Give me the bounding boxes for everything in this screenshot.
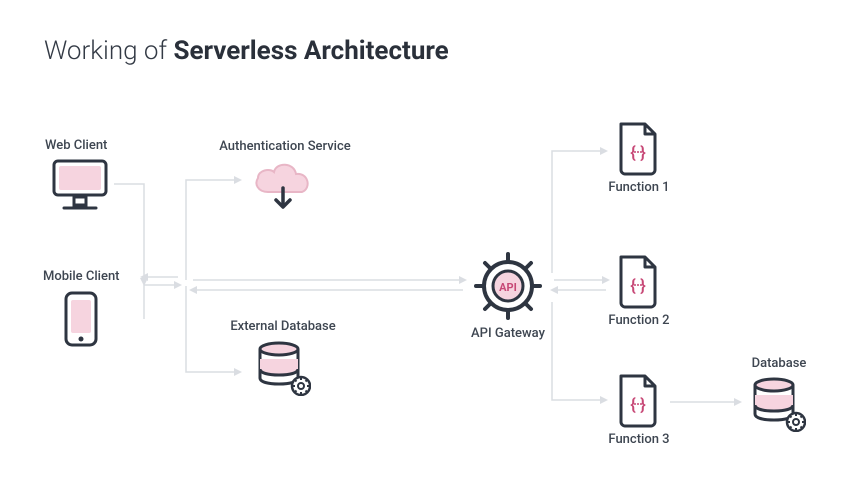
cloud-download-icon xyxy=(248,158,318,220)
mobile-icon xyxy=(62,290,100,352)
connector xyxy=(185,276,470,296)
api-badge-text: API xyxy=(499,281,517,294)
database-label: Database xyxy=(744,356,814,371)
auth-service-label: Authentication Service xyxy=(200,139,370,154)
svg-text:{ }: { } xyxy=(630,143,646,163)
fn2-label: Function 2 xyxy=(605,313,673,328)
monitor-icon xyxy=(50,158,110,217)
web-client-label: Web Client xyxy=(45,138,135,153)
connector xyxy=(102,275,182,335)
fn1-label: Function 1 xyxy=(605,180,673,195)
title-prefix: Working of xyxy=(44,36,173,66)
svg-text:{ }: { } xyxy=(630,395,646,415)
page-title: Working of Serverless Architecture xyxy=(44,36,449,66)
gear-api-icon: API xyxy=(472,250,544,326)
database-gear-icon xyxy=(255,340,311,400)
connector xyxy=(548,300,613,410)
connector xyxy=(548,276,613,296)
database-gear-icon xyxy=(750,376,806,436)
connector xyxy=(548,145,613,285)
api-gateway-label: API Gateway xyxy=(468,326,548,341)
connector xyxy=(182,174,252,284)
function-file-icon: { } xyxy=(615,372,661,432)
connector xyxy=(182,286,252,386)
fn3-label: Function 3 xyxy=(605,432,673,447)
function-file-icon: { } xyxy=(615,253,661,313)
connector xyxy=(668,396,746,408)
svg-text:{ }: { } xyxy=(630,276,646,296)
function-file-icon: { } xyxy=(615,120,661,180)
title-bold: Serverless Architecture xyxy=(173,36,448,66)
